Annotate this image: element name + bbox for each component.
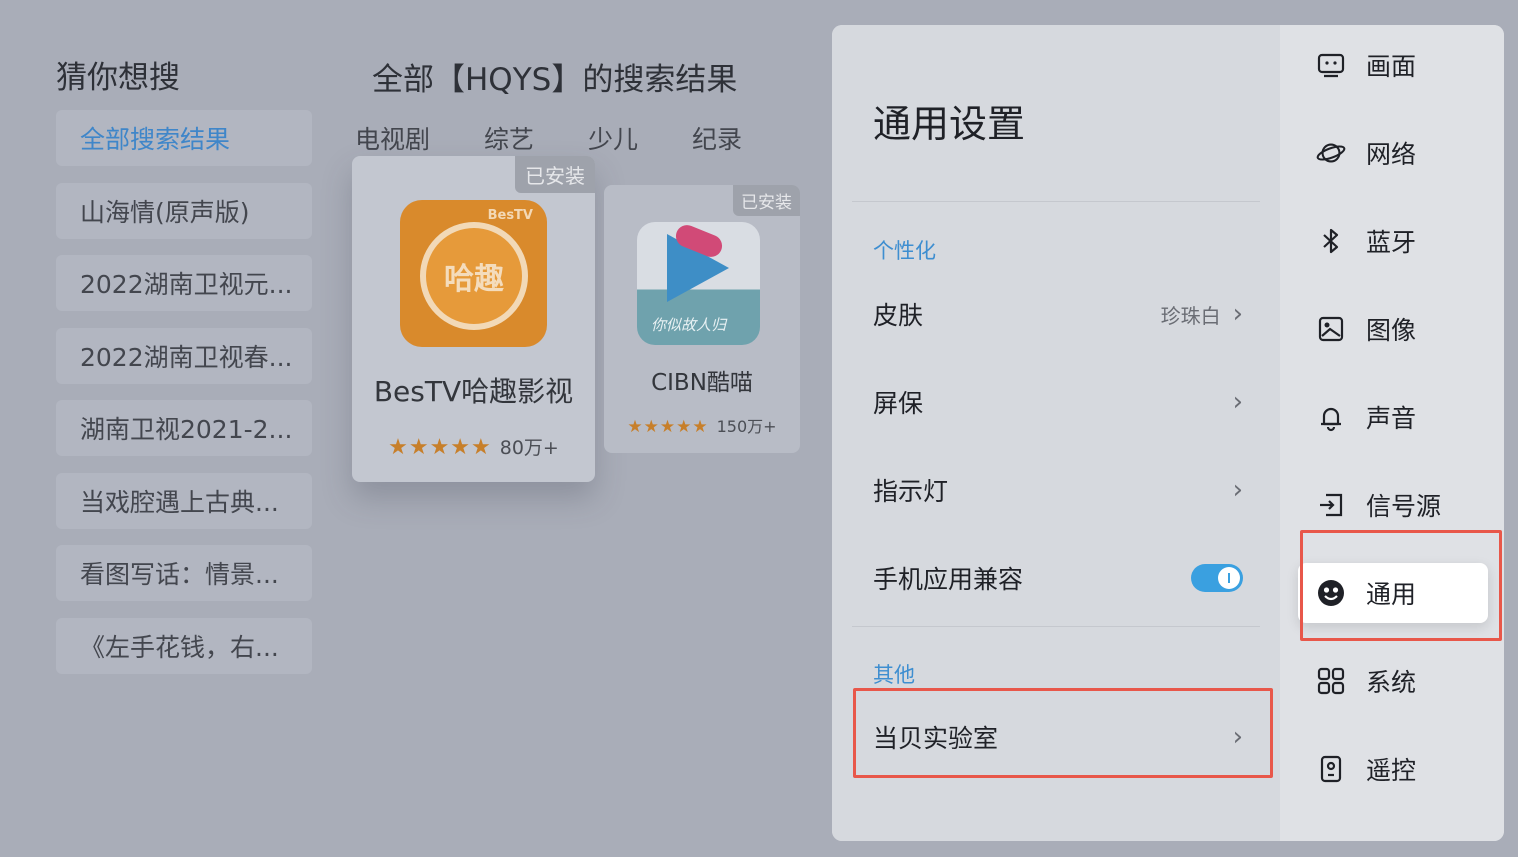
setting-skin[interactable]: 皮肤 珍珠白 › xyxy=(873,294,1243,334)
section-other: 其他 xyxy=(873,663,915,687)
highlight-box-general xyxy=(1300,530,1502,641)
nav-item-remote[interactable]: 遥控 xyxy=(1280,739,1504,799)
tab-kids[interactable]: 少儿 xyxy=(588,120,638,156)
setting-label: 手机应用兼容 xyxy=(873,565,1024,594)
suggestion-item[interactable]: 湖南卫视2021-2... xyxy=(56,400,312,456)
nav-label: 信号源 xyxy=(1366,492,1442,521)
nav-item-picture[interactable]: 画面 xyxy=(1280,35,1504,95)
setting-label: 指示灯 xyxy=(873,477,949,506)
chevron-right-icon: › xyxy=(1232,475,1243,505)
suggestion-all-results[interactable]: 全部搜索结果 xyxy=(56,110,312,166)
star-rating-icon: ★★★★★ xyxy=(627,417,709,437)
search-result-title: 全部【HQYS】的搜索结果 xyxy=(372,62,738,98)
setting-indicator-light[interactable]: 指示灯 › xyxy=(873,470,1243,510)
app-rating: ★★★★★ 150万+ xyxy=(604,413,800,437)
nav-label: 遥控 xyxy=(1366,756,1417,785)
divider xyxy=(852,201,1260,202)
input-source-icon xyxy=(1316,490,1346,520)
nav-label: 网络 xyxy=(1366,140,1417,169)
grid-system-icon xyxy=(1316,666,1346,696)
setting-value: 珍珠白 xyxy=(1160,303,1221,328)
nav-label: 图像 xyxy=(1366,316,1417,345)
installed-badge: 已安装 xyxy=(733,185,800,216)
planet-network-icon xyxy=(1316,138,1346,168)
suggestion-item[interactable]: 2022湖南卫视元... xyxy=(56,255,312,311)
page-title: 通用设置 xyxy=(873,102,1026,146)
image-icon xyxy=(1316,314,1346,344)
bestv-app-icon: BesTV 哈趣 xyxy=(400,200,547,347)
highlight-box-lab xyxy=(853,688,1273,778)
bell-sound-icon xyxy=(1316,402,1346,432)
suggestion-item[interactable]: 《左手花钱，右... xyxy=(56,617,312,674)
nav-item-sound[interactable]: 声音 xyxy=(1280,387,1504,447)
chevron-right-icon: › xyxy=(1232,299,1243,329)
settings-panel: 通用设置 个性化 皮肤 珍珠白 › 屏保 › 指示灯 › 手机应用兼容 其他 当… xyxy=(832,25,1504,841)
setting-label: 屏保 xyxy=(873,389,924,418)
nav-item-system[interactable]: 系统 xyxy=(1280,651,1504,711)
general-settings-pane: 通用设置 个性化 皮肤 珍珠白 › 屏保 › 指示灯 › 手机应用兼容 其他 当… xyxy=(832,25,1280,841)
toggle-knob xyxy=(1218,567,1240,589)
settings-nav-sidebar: 画面 网络 蓝牙 图像 声音 信号源 通用 系统 遥控 xyxy=(1280,25,1504,841)
section-personalization: 个性化 xyxy=(873,239,936,263)
icon-script-text: 你似故人归 xyxy=(651,316,727,334)
installed-badge: 已安装 xyxy=(515,156,595,193)
tab-tv-series[interactable]: 电视剧 xyxy=(355,120,430,156)
divider xyxy=(852,626,1260,627)
nav-label: 蓝牙 xyxy=(1366,228,1417,257)
app-name: BesTV哈趣影视 xyxy=(373,375,574,408)
install-count: 80万+ xyxy=(499,437,559,459)
remote-icon xyxy=(1316,754,1346,784)
icon-brand-text: BesTV xyxy=(487,208,533,223)
nav-label: 画面 xyxy=(1366,52,1417,81)
bluetooth-icon xyxy=(1316,226,1346,256)
setting-phone-app-compat[interactable]: 手机应用兼容 xyxy=(873,558,1243,598)
picture-mode-icon xyxy=(1316,50,1346,80)
nav-label: 声音 xyxy=(1366,404,1417,433)
category-tabs: 电视剧 综艺 少儿 纪录 xyxy=(355,120,796,156)
tab-documentary[interactable]: 纪录 xyxy=(692,120,742,156)
star-rating-icon: ★★★★★ xyxy=(388,435,492,460)
suggestion-item[interactable]: 山海情(原声版) xyxy=(56,182,312,239)
icon-bubble-text: 哈趣 xyxy=(420,222,528,330)
app-card-bestv[interactable]: 已安装 BesTV 哈趣 BesTV哈趣影视 ★★★★★ 80万+ xyxy=(352,156,595,482)
suggestion-item[interactable]: 看图写话：情景... xyxy=(56,545,312,601)
chevron-right-icon: › xyxy=(1232,387,1243,417)
app-name: CIBN酷喵 xyxy=(651,370,753,396)
setting-screensaver[interactable]: 屏保 › xyxy=(873,382,1243,422)
suggestion-item[interactable]: 2022湖南卫视春... xyxy=(56,327,312,384)
nav-item-input-source[interactable]: 信号源 xyxy=(1280,475,1504,535)
app-card-cibn[interactable]: 已安装 你似故人归 CIBN酷喵 ★★★★★ 150万+ xyxy=(604,185,800,453)
install-count: 150万+ xyxy=(716,417,777,436)
cibn-app-icon: 你似故人归 xyxy=(637,222,760,345)
nav-item-network[interactable]: 网络 xyxy=(1280,123,1504,183)
suggestion-list: 全部搜索结果 山海情(原声版) 2022湖南卫视元... 2022湖南卫视春..… xyxy=(56,110,312,690)
guess-search-title: 猜你想搜 xyxy=(56,60,180,96)
tab-variety[interactable]: 综艺 xyxy=(484,120,534,156)
compat-toggle[interactable] xyxy=(1191,564,1243,592)
nav-item-image[interactable]: 图像 xyxy=(1280,299,1504,359)
nav-item-bluetooth[interactable]: 蓝牙 xyxy=(1280,211,1504,271)
nav-label: 系统 xyxy=(1366,668,1417,697)
suggestion-item[interactable]: 当戏腔遇上古典... xyxy=(56,472,312,529)
setting-label: 皮肤 xyxy=(873,301,924,330)
app-rating: ★★★★★ 80万+ xyxy=(352,433,595,460)
